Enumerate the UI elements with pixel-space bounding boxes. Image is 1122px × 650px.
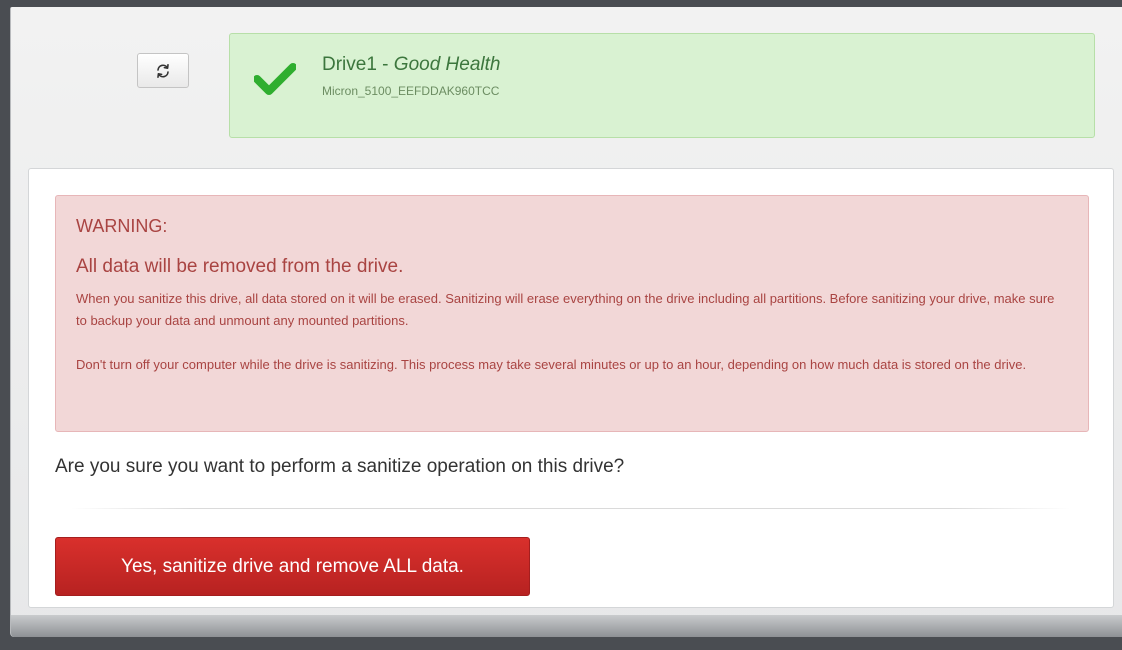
drive-health-status: Good Health (393, 54, 501, 75)
confirm-question: Are you sure you want to perform a sanit… (55, 456, 625, 477)
sanitize-dialog: WARNING: All data will be removed from t… (28, 168, 1114, 608)
warning-paragraph: Don't turn off your computer while the d… (76, 357, 1027, 372)
divider (71, 508, 1071, 509)
warning-heading: WARNING: (76, 216, 168, 236)
refresh-icon (157, 63, 169, 78)
warning-alert: WARNING: All data will be removed from t… (55, 195, 1089, 432)
window-bottom-bar (11, 615, 1122, 637)
drive-model: Micron_5100_EEFDDAK960TCC (322, 84, 500, 98)
drive-title: Drive1 - Good Health (322, 54, 500, 76)
drive-name: Drive1 (322, 54, 377, 75)
drive-title-separator: - (376, 54, 394, 75)
warning-subheading: All data will be removed from the drive. (76, 256, 404, 277)
warning-paragraph: When you sanitize this drive, all data s… (76, 291, 1055, 328)
checkmark-icon (254, 63, 296, 95)
sanitize-confirm-button[interactable]: Yes, sanitize drive and remove ALL data. (55, 537, 530, 596)
refresh-button[interactable] (137, 53, 189, 88)
main-window: Drive1 - Good Health Micron_5100_EEFDDAK… (10, 7, 1122, 637)
drive-health-card: Drive1 - Good Health Micron_5100_EEFDDAK… (229, 33, 1095, 138)
